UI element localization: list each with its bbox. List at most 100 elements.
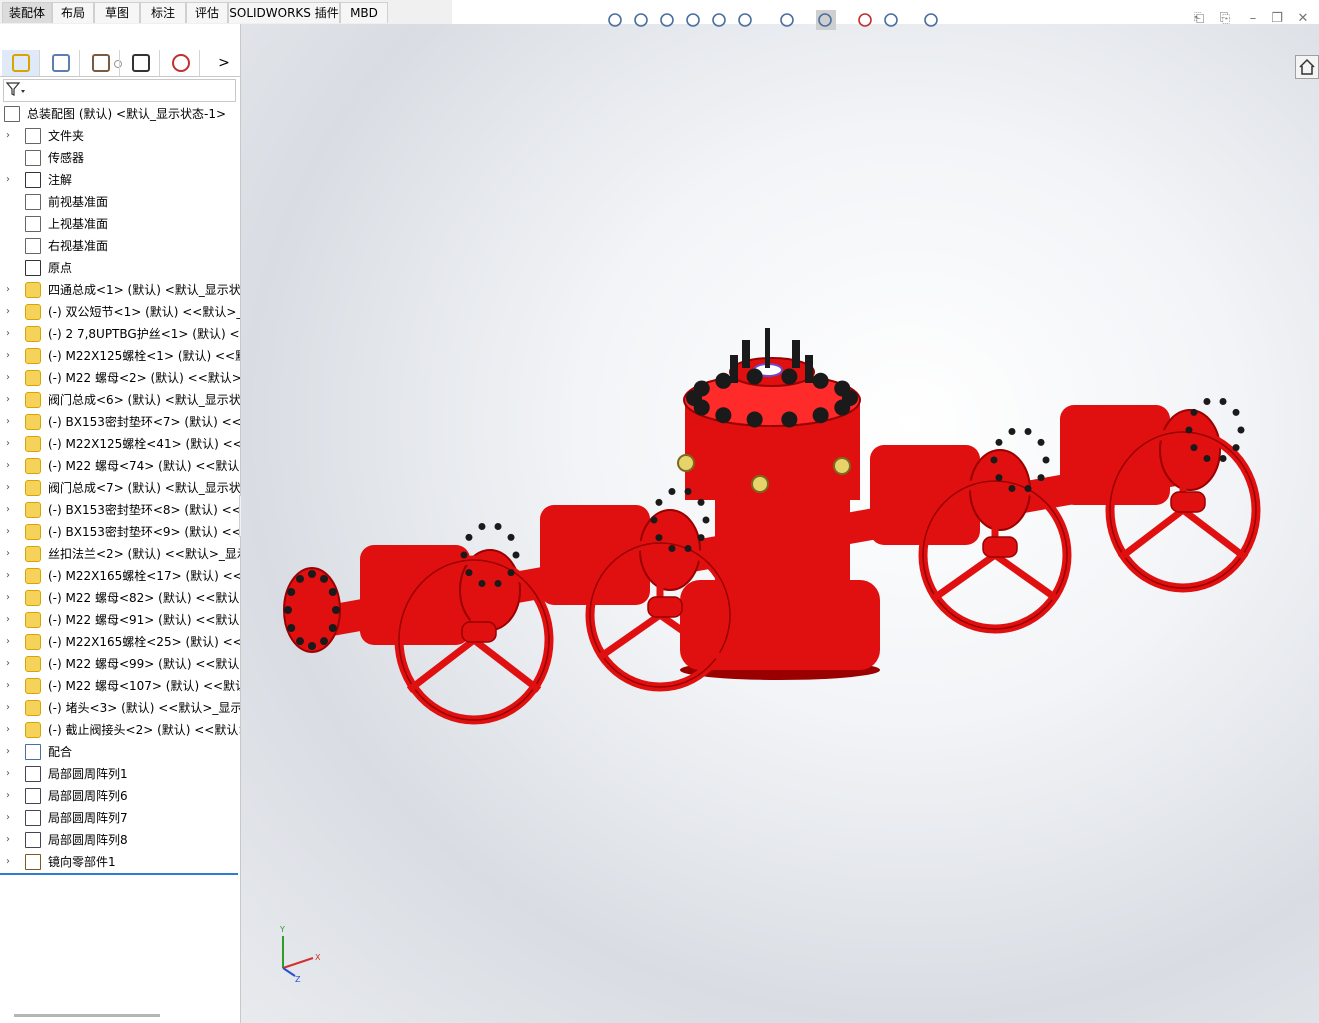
zoom-to-area-icon[interactable]	[632, 10, 652, 30]
view-orientation-icon[interactable]	[736, 10, 756, 30]
tree-item[interactable]: › (-) 双公短节<1> (默认) <<默认>_显	[0, 301, 240, 323]
tree-item[interactable]: › 局部圆周阵列8	[0, 829, 240, 851]
display-style-icon[interactable]	[778, 10, 798, 30]
view-settings-icon[interactable]	[922, 10, 942, 30]
expand-arrow-icon[interactable]: ›	[6, 702, 16, 714]
expand-arrow-icon[interactable]: ›	[6, 306, 16, 318]
tab-1[interactable]: 布局	[52, 2, 94, 23]
fm-more-tabs-button[interactable]: >	[210, 50, 238, 76]
tree-item[interactable]: › 局部圆周阵列1	[0, 763, 240, 785]
expand-arrow-icon[interactable]: ›	[6, 834, 16, 846]
expand-arrow-icon[interactable]: ›	[6, 174, 16, 186]
tab-0[interactable]: 装配体	[2, 2, 52, 23]
expand-arrow-icon[interactable]: ›	[6, 636, 16, 648]
tree-item[interactable]: › (-) 截止阀接头<2> (默认) <<默认>	[0, 719, 240, 741]
horizontal-scrollbar[interactable]	[14, 1014, 160, 1017]
tree-item[interactable]: › 丝扣法兰<2> (默认) <<默认>_显示	[0, 543, 240, 565]
section-view-icon[interactable]	[684, 10, 704, 30]
tree-item[interactable]: 右视基准面	[0, 235, 240, 257]
tree-filter-field[interactable]	[3, 79, 236, 102]
tree-item[interactable]: › (-) BX153密封垫环<8> (默认) <<默	[0, 499, 240, 521]
expand-arrow-icon[interactable]: ›	[6, 658, 16, 670]
tile-left-icon[interactable]: ⎗	[1190, 10, 1208, 28]
expand-arrow-icon[interactable]: ›	[6, 438, 16, 450]
tree-item[interactable]: › (-) M22 螺母<82> (默认) <<默认>	[0, 587, 240, 609]
expand-arrow-icon[interactable]: ›	[6, 372, 16, 384]
tree-item[interactable]: › (-) M22X165螺栓<25> (默认) <<默	[0, 631, 240, 653]
expand-arrow-icon[interactable]: ›	[6, 570, 16, 582]
zoom-to-fit-icon[interactable]	[606, 10, 626, 30]
edit-appearance-icon[interactable]	[856, 10, 876, 30]
tile-right-icon[interactable]: ⎘	[1216, 10, 1234, 28]
previous-view-icon[interactable]	[658, 10, 678, 30]
tree-item[interactable]: › (-) M22X165螺栓<17> (默认) <<默	[0, 565, 240, 587]
dynamic-annotation-icon[interactable]	[710, 10, 730, 30]
graphics-area[interactable]: Y X Z	[241, 24, 1319, 1023]
expand-arrow-icon[interactable]: ›	[6, 812, 16, 824]
expand-arrow-icon[interactable]: ›	[6, 504, 16, 516]
tree-item[interactable]: 传感器	[0, 147, 240, 169]
tree-item[interactable]: › (-) M22 螺母<91> (默认) <<默认>	[0, 609, 240, 631]
tree-item[interactable]: › 注解	[0, 169, 240, 191]
expand-arrow-icon[interactable]: ›	[6, 746, 16, 758]
tree-item[interactable]: 原点	[0, 257, 240, 279]
expand-arrow-icon[interactable]: ›	[6, 328, 16, 340]
expand-arrow-icon[interactable]: ›	[6, 790, 16, 802]
part-icon	[25, 546, 41, 562]
tab-2[interactable]: 草图	[94, 2, 140, 23]
valve-assembly-model[interactable]	[241, 24, 1319, 1023]
tree-item[interactable]: › (-) BX153密封垫环<9> (默认) <<默	[0, 521, 240, 543]
expand-arrow-icon[interactable]: ›	[6, 284, 16, 296]
hide-show-items-icon[interactable]	[816, 10, 836, 30]
tree-item[interactable]: › (-) M22X125螺栓<1> (默认) <<默	[0, 345, 240, 367]
expand-arrow-icon[interactable]: ›	[6, 856, 16, 868]
fm-tab-3[interactable]	[122, 50, 160, 76]
expand-arrow-icon[interactable]: ›	[6, 614, 16, 626]
fm-tab-0[interactable]	[2, 50, 40, 76]
home-view-button[interactable]	[1295, 55, 1319, 79]
close-icon[interactable]: ✕	[1294, 10, 1312, 28]
minimize-icon[interactable]: –	[1244, 10, 1262, 28]
expand-arrow-icon[interactable]: ›	[6, 526, 16, 538]
expand-arrow-icon[interactable]: ›	[6, 768, 16, 780]
expand-arrow-icon[interactable]: ›	[6, 460, 16, 472]
tree-item[interactable]: › 局部圆周阵列6	[0, 785, 240, 807]
tree-root-item[interactable]: 总装配图 (默认) <默认_显示状态-1>	[0, 103, 240, 125]
tree-item[interactable]: › 局部圆周阵列7	[0, 807, 240, 829]
tree-item[interactable]: › (-) M22 螺母<2> (默认) <<默认>_	[0, 367, 240, 389]
fm-tab-2[interactable]	[82, 50, 120, 76]
expand-arrow-icon[interactable]: ›	[6, 350, 16, 362]
tree-item[interactable]: › 文件夹	[0, 125, 240, 147]
expand-arrow-icon[interactable]: ›	[6, 592, 16, 604]
tab-6[interactable]: MBD	[340, 2, 388, 23]
expand-arrow-icon[interactable]: ›	[6, 548, 16, 560]
tree-item[interactable]: › (-) M22 螺母<107> (默认) <<默认	[0, 675, 240, 697]
expand-arrow-icon[interactable]: ›	[6, 724, 16, 736]
restore-icon[interactable]: ❐	[1268, 10, 1286, 28]
fm-tab-1[interactable]	[42, 50, 80, 76]
tree-item[interactable]: › (-) 堵头<3> (默认) <<默认>_显示状	[0, 697, 240, 719]
filter-icon[interactable]	[4, 80, 26, 99]
tree-item[interactable]: 前视基准面	[0, 191, 240, 213]
tree-item[interactable]: › 镜向零部件1	[0, 851, 240, 873]
tree-item[interactable]: › 阀门总成<7> (默认) <默认_显示状	[0, 477, 240, 499]
apply-scene-icon[interactable]	[882, 10, 902, 30]
tree-item[interactable]: › (-) BX153密封垫环<7> (默认) <<默	[0, 411, 240, 433]
expand-arrow-icon[interactable]: ›	[6, 394, 16, 406]
tree-item[interactable]: › 配合	[0, 741, 240, 763]
tree-item[interactable]: › (-) M22 螺母<74> (默认) <<默认>	[0, 455, 240, 477]
tab-5[interactable]: SOLIDWORKS 插件	[228, 2, 340, 23]
tab-3[interactable]: 标注	[140, 2, 186, 23]
tree-item[interactable]: 上视基准面	[0, 213, 240, 235]
expand-arrow-icon[interactable]: ›	[6, 416, 16, 428]
expand-arrow-icon[interactable]: ›	[6, 680, 16, 692]
tree-item[interactable]: › (-) M22X125螺栓<41> (默认) <<默	[0, 433, 240, 455]
expand-arrow-icon[interactable]: ›	[6, 130, 16, 142]
tree-item[interactable]: › (-) 2 7,8UPTBG护丝<1> (默认) <<	[0, 323, 240, 345]
tab-4[interactable]: 评估	[186, 2, 228, 23]
tree-item[interactable]: › 阀门总成<6> (默认) <默认_显示状	[0, 389, 240, 411]
expand-arrow-icon[interactable]: ›	[6, 482, 16, 494]
tree-item[interactable]: › 四通总成<1> (默认) <默认_显示状	[0, 279, 240, 301]
tree-item[interactable]: › (-) M22 螺母<99> (默认) <<默认>	[0, 653, 240, 675]
fm-tab-4[interactable]	[162, 50, 200, 76]
